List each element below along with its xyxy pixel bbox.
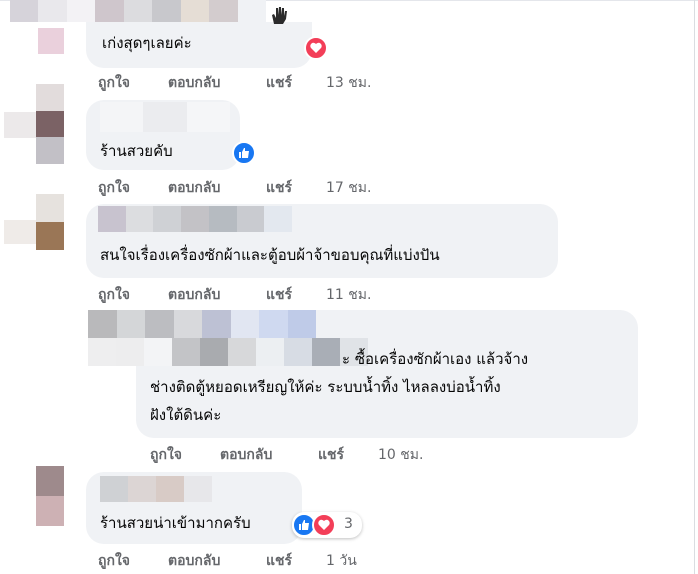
share-link[interactable]: แชร์ [266,72,292,94]
comment-text: ร้านสวยคับ [100,142,173,160]
share-link[interactable]: แชร์ [318,444,344,466]
share-link[interactable]: แชร์ [266,177,292,199]
reaction-count: 3 [344,516,353,532]
like-link[interactable]: ถูกใจ [98,550,130,572]
name-blur-mosaic [100,476,212,502]
name-blur-mosaic [100,102,230,132]
love-icon [312,513,336,537]
timestamp[interactable]: 13 ชม. [326,72,371,94]
like-link[interactable]: ถูกใจ [150,444,182,466]
right-border [694,0,695,574]
comment-text-line: ะ ซื้อเครื่องซักผ้าเอง แล้วจ้าง [342,350,529,368]
reply-link[interactable]: ตอบกลับ [168,177,220,199]
timestamp[interactable]: 1 วัน [326,550,357,572]
avatar[interactable] [38,28,64,54]
avatar[interactable] [36,194,64,250]
comment-actions: ถูกใจ ตอบกลับ แชร์ 1 วัน [98,550,398,570]
timestamp[interactable]: 10 ชม. [378,444,423,466]
share-link[interactable]: แชร์ [266,550,292,572]
comment-actions: ถูกใจ ตอบกลับ แชร์ 11 ชม. [98,284,398,304]
reply-link[interactable]: ตอบกลับ [168,550,220,572]
like-link[interactable]: ถูกใจ [98,284,130,306]
comment-text-line: ช่างติดตู้หยอดเหรียญให้ค่ะ ระบบน้ำทิ้ง ไ… [150,378,501,396]
avatar[interactable] [36,466,64,526]
hand-icon [268,4,290,26]
like-link[interactable]: ถูกใจ [98,72,130,94]
name-blur-mosaic [98,206,292,232]
like-link[interactable]: ถูกใจ [98,177,130,199]
comment-text-line: ฝังใต้ดินค่ะ [150,406,222,424]
reply-link[interactable]: ตอบกลับ [220,444,272,466]
left-blur [4,112,36,138]
name-blur-mosaic [10,0,266,22]
name-blur-mosaic-2 [88,338,368,366]
avatar[interactable] [36,84,64,164]
like-icon[interactable] [232,141,256,165]
comment-actions: ถูกใจ ตอบกลับ แชร์ 10 ชม. [150,444,450,464]
comment-text: สนใจเรื่องเครื่องซักผ้าและตู้อบผ้าจ้าขอบ… [100,246,440,264]
left-blur [4,220,36,244]
comment-actions: ถูกใจ ตอบกลับ แชร์ 13 ชม. [98,72,398,92]
comment-text: ร้านสวยน่าเข้ามากครับ [100,514,251,532]
timestamp[interactable]: 11 ชม. [326,284,371,306]
name-blur-mosaic [88,310,316,338]
love-icon[interactable] [304,36,328,60]
reply-link[interactable]: ตอบกลับ [168,72,220,94]
comment-actions: ถูกใจ ตอบกลับ แชร์ 17 ชม. [98,177,398,197]
comment-text: เก่งสุดๆเลยค่ะ [102,34,192,52]
reply-link[interactable]: ตอบกลับ [168,284,220,306]
share-link[interactable]: แชร์ [266,284,292,306]
timestamp[interactable]: 17 ชม. [326,177,371,199]
reaction-summary[interactable]: 3 [292,512,362,538]
